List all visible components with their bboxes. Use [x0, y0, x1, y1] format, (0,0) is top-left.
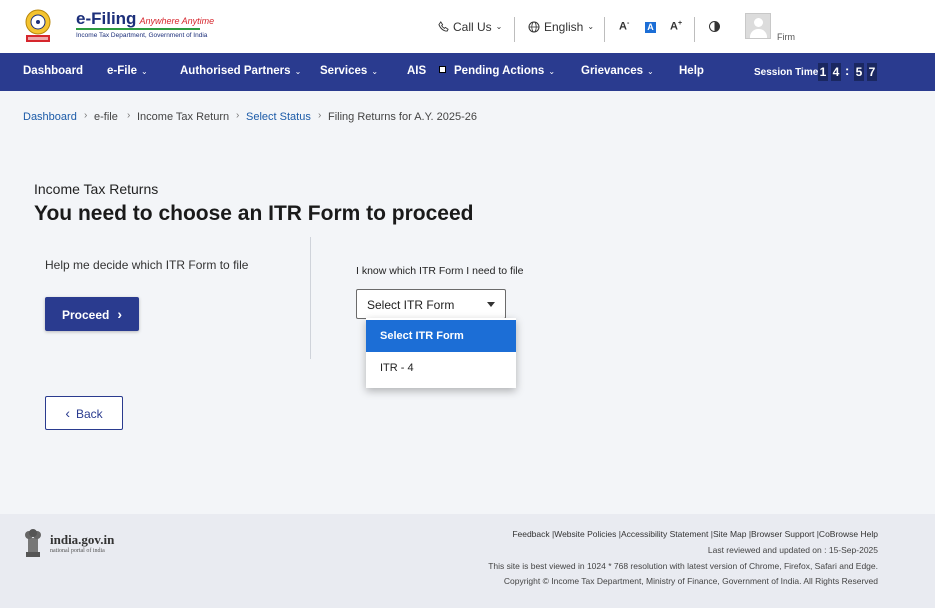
- page-title: You need to choose an ITR Form to procee…: [34, 202, 474, 225]
- caret-down-icon: [487, 302, 495, 307]
- avatar[interactable]: [745, 13, 771, 39]
- itr-form-select[interactable]: Select ITR Form: [356, 289, 506, 319]
- session-time-label: Session Time: [754, 67, 819, 78]
- proceed-label: Proceed: [61, 308, 110, 322]
- session-digit: 1: [818, 63, 828, 81]
- nav-item-help[interactable]: Help: [679, 65, 704, 77]
- brand-subtitle: Income Tax Department, Government of Ind…: [76, 32, 208, 39]
- section-eyebrow: Income Tax Returns: [34, 181, 159, 197]
- globe-icon: [528, 21, 540, 32]
- proceed-button[interactable]: Proceed ›: [45, 297, 139, 331]
- chevron-down-icon: ⌄: [294, 67, 302, 76]
- brand-underline: [76, 28, 200, 30]
- breadcrumb-income-tax-return: Income Tax Return: [137, 111, 230, 123]
- chevron-right-icon: ›: [318, 110, 322, 121]
- itr-option-select[interactable]: Select ITR Form: [366, 320, 516, 352]
- header-divider: [604, 17, 605, 42]
- brand-name: e-Filing Anywhere Anytime: [76, 9, 215, 28]
- itr-option-itr4[interactable]: ITR - 4: [366, 352, 516, 384]
- nav-item-pending-actions[interactable]: Pending Actions ⌄: [439, 65, 555, 77]
- footer-last-reviewed: Last reviewed and updated on : 15-Sep-20…: [707, 545, 878, 555]
- chevron-down-icon: ⌄: [647, 67, 654, 76]
- nav-item-grievances[interactable]: Grievances ⌄: [581, 65, 654, 77]
- checkbox-square-icon: [439, 66, 446, 73]
- session-digit: 5: [854, 63, 864, 81]
- back-button[interactable]: ‹ Back: [45, 396, 123, 430]
- language-selector[interactable]: English ⌄: [528, 0, 594, 53]
- language-label: English: [544, 19, 584, 34]
- column-divider: [310, 237, 311, 359]
- header-divider: [514, 17, 515, 42]
- phone-icon: [438, 21, 449, 32]
- chevron-right-icon: ›: [84, 110, 88, 121]
- session-digit: 7: [867, 63, 877, 81]
- header-divider: [694, 17, 695, 42]
- chevron-right-icon: ›: [117, 306, 123, 322]
- breadcrumb-filing-returns: Filing Returns for A.Y. 2025-26: [328, 111, 477, 123]
- itr-form-dropdown: Select ITR Form ITR - 4: [366, 318, 516, 388]
- gov-portal-name[interactable]: india.gov.in: [50, 532, 114, 548]
- nav-item-authorised-partners[interactable]: Authorised Partners ⌄: [180, 65, 301, 77]
- session-digit: 4: [831, 63, 841, 81]
- font-increase-button[interactable]: A+: [670, 20, 682, 33]
- footer-copyright: Copyright © Income Tax Department, Minis…: [503, 576, 878, 586]
- chevron-down-icon: ⌄: [587, 22, 595, 31]
- brand-tagline: Anywhere Anytime: [139, 16, 215, 26]
- chevron-down-icon: ⌄: [548, 67, 556, 76]
- breadcrumb-select-status[interactable]: Select Status: [246, 111, 311, 123]
- chevron-down-icon: ⌄: [141, 67, 148, 76]
- efiling-logo[interactable]: e-Filing Anywhere Anytime Income Tax Depa…: [24, 6, 214, 44]
- chevron-left-icon: ‹: [65, 405, 70, 421]
- footer-links[interactable]: Feedback |Website Policies |Accessibilit…: [512, 529, 878, 539]
- top-header: e-Filing Anywhere Anytime Income Tax Depa…: [0, 0, 935, 53]
- main-nav: Dashboard e-File ⌄ Authorised Partners ⌄ S…: [0, 53, 935, 91]
- itr-form-select-value: Select ITR Form: [367, 298, 455, 312]
- itr-form-label: I know which ITR Form I need to file: [356, 265, 524, 277]
- nav-item-ais[interactable]: AIS: [407, 65, 426, 77]
- user-role: Firm: [777, 32, 795, 42]
- breadcrumb-efile: e-file: [94, 111, 118, 123]
- font-default-button[interactable]: A: [645, 22, 656, 33]
- gov-portal-subtitle: national portal of india: [50, 548, 105, 554]
- national-emblem-icon: [25, 529, 41, 557]
- session-colon: :: [845, 63, 850, 78]
- call-us-button[interactable]: Call Us ⌄: [438, 0, 502, 53]
- breadcrumb-dashboard[interactable]: Dashboard: [23, 111, 77, 123]
- nav-item-efile[interactable]: e-File ⌄: [107, 65, 148, 77]
- footer-best-viewed: This site is best viewed in 1024 * 768 r…: [488, 561, 878, 571]
- chevron-right-icon: ›: [236, 110, 240, 121]
- chevron-right-icon: ›: [127, 110, 131, 121]
- nav-item-dashboard[interactable]: Dashboard: [23, 65, 83, 77]
- chevron-down-icon: ⌄: [495, 22, 503, 31]
- income-tax-emblem-icon: [25, 9, 51, 42]
- contrast-toggle-icon[interactable]: [709, 21, 720, 32]
- chevron-down-icon: ⌄: [371, 67, 379, 76]
- help-decide-text: Help me decide which ITR Form to file: [45, 258, 249, 272]
- call-us-label: Call Us: [453, 19, 492, 34]
- font-decrease-button[interactable]: A-: [619, 20, 629, 33]
- back-label: Back: [75, 407, 103, 421]
- nav-item-services[interactable]: Services ⌄: [320, 65, 378, 77]
